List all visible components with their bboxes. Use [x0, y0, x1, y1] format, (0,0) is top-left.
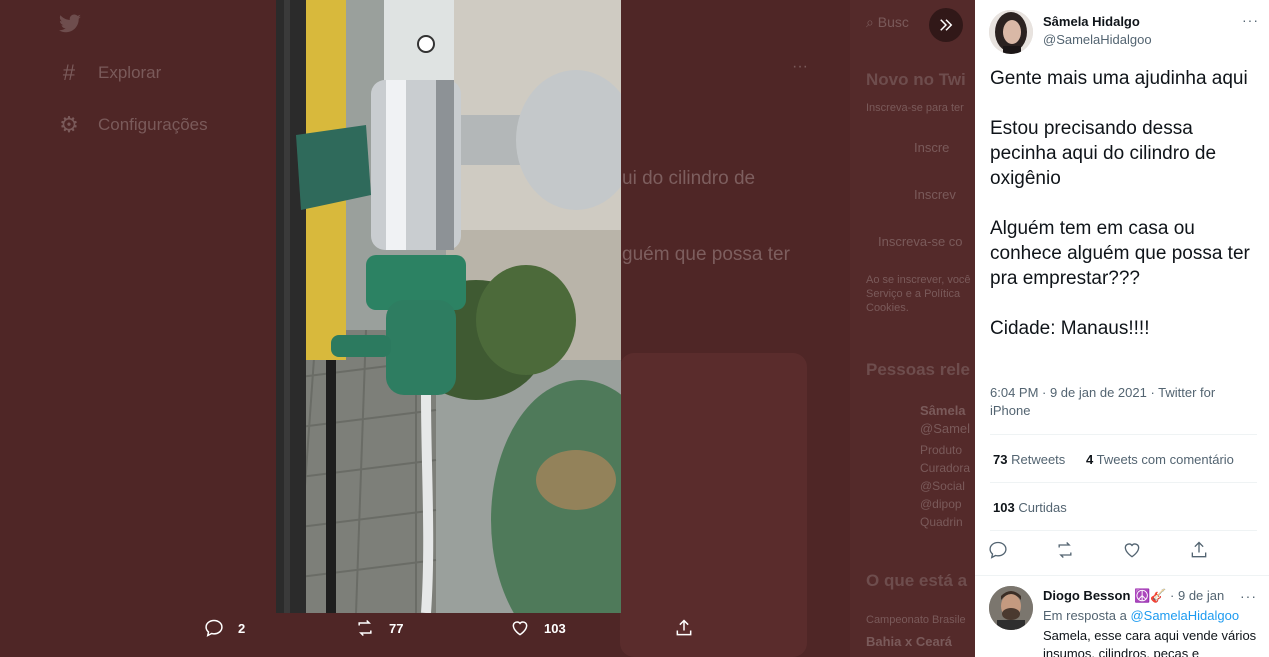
- background-terms: Serviço e a Política: [866, 288, 961, 300]
- background-terms: Ao se inscrever, você: [866, 274, 971, 286]
- oxygen-regulator-image: [276, 0, 621, 613]
- media-reply-button[interactable]: 2: [204, 618, 245, 638]
- likes-stat[interactable]: 103 Curtidas: [993, 500, 1067, 515]
- reply-to-handle-link[interactable]: @SamelaHidalgoo: [1130, 608, 1239, 623]
- retweet-icon[interactable]: [1055, 540, 1075, 560]
- divider: [990, 482, 1257, 483]
- reply-author-avatar-image: [989, 586, 1033, 630]
- hashtag-icon: #: [62, 60, 76, 85]
- share-icon[interactable]: [1189, 540, 1209, 560]
- twitter-bird-icon: [59, 14, 81, 33]
- background-heading: O que está a: [866, 571, 968, 590]
- tweet-action-bar: [988, 540, 1257, 564]
- background-heading: Pessoas rele: [866, 360, 970, 379]
- avatar[interactable]: [989, 10, 1033, 54]
- reply-tweet[interactable]: Diogo Besson ☮️🎸 · 9 de jan ··· Em respo…: [975, 575, 1269, 657]
- tweet-photo[interactable]: [276, 0, 621, 613]
- collapse-panel-button[interactable]: [929, 8, 963, 42]
- reply-to: Em resposta a @SamelaHidalgoo: [1043, 608, 1240, 623]
- tweet-detail-panel: Sâmela Hidalgo @SamelaHidalgoo ··· Gente…: [975, 0, 1269, 657]
- background-media-card: [620, 353, 807, 657]
- background-trend-name: Bahia x Ceará: [866, 634, 952, 649]
- background-more-icon: ···: [792, 58, 808, 75]
- reply-time[interactable]: · 9 de jan: [1170, 588, 1224, 603]
- reply-author[interactable]: Diogo Besson ☮️🎸 · 9 de jan: [1043, 588, 1224, 604]
- background-person-bio: Curadora: [920, 461, 971, 475]
- retweet-icon: [358, 619, 372, 637]
- reply-icon[interactable]: [988, 540, 1008, 560]
- background-nav: # Explorar ⚙ Configurações: [56, 10, 208, 151]
- gear-icon: ⚙: [59, 112, 79, 137]
- tweet-timestamp[interactable]: 6:04 PM · 9 de jan de 2021 · Twitter for…: [990, 384, 1255, 420]
- background-search: ⌕ Busc: [866, 14, 909, 30]
- background-person-bio: Quadrin: [920, 515, 963, 529]
- background-google-button: Inscre: [914, 140, 950, 155]
- more-options-icon[interactable]: ···: [1240, 588, 1257, 604]
- background-terms: Cookies.: [866, 302, 909, 314]
- background-tweet-text: guém que possa ter: [622, 244, 790, 265]
- background-person-handle: @Samel: [920, 421, 971, 436]
- avatar[interactable]: [989, 586, 1033, 630]
- heart-icon[interactable]: [1122, 540, 1142, 560]
- media-retweet-button[interactable]: 77: [355, 618, 403, 638]
- reply-emoji: ☮️🎸: [1134, 588, 1167, 603]
- background-person-bio: @Social: [920, 479, 965, 493]
- retweet-count: 77: [389, 620, 404, 636]
- background-right-column: ⌕ Busc Novo no Twi Inscreva-se para ter …: [850, 0, 975, 657]
- retweets-stat[interactable]: 73 Retweets: [993, 452, 1065, 467]
- divider: [990, 530, 1257, 531]
- background-signup-link: Inscreva-se co: [878, 234, 963, 249]
- background-apple-button: Inscrev: [914, 187, 956, 202]
- media-like-button[interactable]: 103: [510, 618, 566, 638]
- quotes-stat[interactable]: 4 Tweets com comentário: [1086, 452, 1234, 467]
- media-action-bar: 2 77 103: [200, 618, 700, 652]
- background-tweet-text: ui do cilindro de: [622, 168, 756, 189]
- nav-settings[interactable]: ⚙ Configurações: [56, 99, 208, 151]
- background-person-name: Sâmela: [920, 403, 966, 418]
- background-hint: Inscreva-se para ter: [866, 102, 964, 114]
- background-trend-category: Campeonato Brasile: [866, 614, 966, 626]
- heart-icon: [512, 621, 528, 636]
- background-heading: Novo no Twi: [866, 70, 966, 89]
- background-person-bio: @dipop: [920, 497, 962, 511]
- more-options-icon[interactable]: ···: [1242, 12, 1259, 28]
- like-count: 103: [544, 620, 566, 636]
- author-name[interactable]: Sâmela Hidalgo: [1043, 14, 1140, 29]
- tweet-header: Sâmela Hidalgo @SamelaHidalgoo ···: [989, 10, 1259, 54]
- author-handle[interactable]: @SamelaHidalgoo: [1043, 32, 1152, 47]
- double-chevron-right-icon: [940, 19, 953, 31]
- media-share-button[interactable]: [674, 618, 708, 638]
- tweet-text: Gente mais uma ajudinha aqui Estou preci…: [990, 68, 1250, 339]
- reply-icon: [205, 619, 223, 637]
- author-avatar-image: [989, 10, 1033, 54]
- divider: [990, 434, 1257, 435]
- background-person-bio: Produto: [920, 443, 963, 457]
- reply-text: Samela, esse cara aqui vende vários insu…: [1043, 628, 1257, 657]
- share-icon: [676, 619, 692, 636]
- reply-count: 2: [238, 620, 246, 636]
- nav-explore[interactable]: # Explorar: [56, 47, 208, 99]
